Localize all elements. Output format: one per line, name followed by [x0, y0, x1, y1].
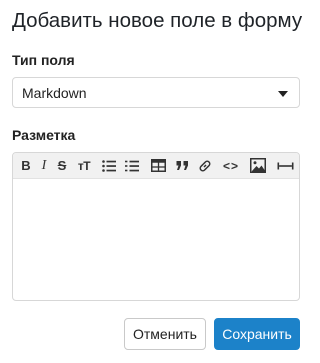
image-button[interactable]	[249, 156, 267, 175]
table-icon	[150, 159, 166, 172]
markdown-editor: B I S тT <>	[12, 152, 300, 301]
bold-button[interactable]: B	[19, 156, 33, 175]
horizontal-rule-icon	[277, 162, 293, 169]
strikethrough-button[interactable]: S	[55, 156, 69, 175]
link-icon	[199, 160, 211, 171]
heading-button[interactable]: тT	[73, 156, 95, 175]
save-button[interactable]: Сохранить	[214, 318, 300, 350]
field-type-label: Тип поля	[12, 52, 75, 68]
horizontal-rule-button[interactable]	[275, 156, 295, 175]
italic-button[interactable]: I	[37, 156, 51, 175]
bulleted-list-button[interactable]	[101, 156, 117, 175]
numbered-list-button[interactable]	[124, 156, 140, 175]
dialog-title: Добавить новое поле в форму	[12, 9, 303, 32]
bulleted-list-icon	[102, 159, 116, 172]
italic-icon: I	[41, 157, 47, 173]
quote-button[interactable]	[174, 156, 190, 175]
strikethrough-icon: S	[57, 158, 67, 173]
field-type-value: Markdown	[22, 85, 87, 101]
markup-label: Разметка	[12, 127, 76, 143]
link-button[interactable]	[196, 156, 214, 175]
quote-icon	[176, 161, 188, 170]
field-type-select[interactable]: Markdown	[12, 77, 300, 108]
numbered-list-icon	[125, 160, 139, 171]
editor-toolbar: B I S тT <>	[13, 153, 299, 179]
table-button[interactable]	[149, 156, 167, 175]
heading-icon: тT	[77, 158, 91, 173]
markup-textarea[interactable]	[13, 179, 299, 300]
chevron-down-icon	[278, 91, 288, 97]
cancel-button[interactable]: Отменить	[124, 318, 206, 350]
image-icon	[250, 158, 266, 173]
code-icon: <>	[222, 158, 239, 173]
bold-icon: B	[21, 158, 31, 173]
code-button[interactable]: <>	[220, 156, 242, 175]
add-field-dialog: Добавить новое поле в форму Тип поля Mar…	[0, 0, 312, 363]
